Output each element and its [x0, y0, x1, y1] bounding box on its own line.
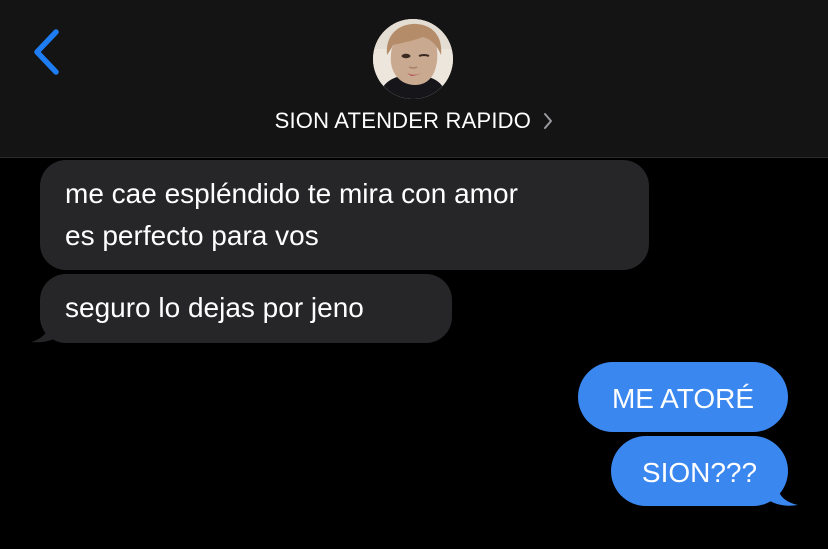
message-text: ME ATORÉ	[611, 383, 755, 414]
message-list[interactable]: me cae espléndido te mira con amor es pe…	[0, 158, 828, 549]
back-button[interactable]	[26, 26, 70, 78]
contact-name: SION ATENDER RAPIDO	[274, 108, 532, 133]
sent-message[interactable]: SION???	[611, 436, 788, 506]
message-text: seguro lo dejas por jeno	[65, 292, 364, 323]
avatar-photo	[373, 19, 453, 99]
sent-message[interactable]: ME ATORÉ	[578, 362, 788, 432]
contact-avatar[interactable]	[373, 19, 453, 99]
received-message[interactable]: me cae espléndido te mira con amor es pe…	[40, 160, 649, 270]
message-text: es perfecto para vos	[65, 220, 319, 251]
message-text: SION???	[641, 457, 758, 488]
chevron-right-icon	[544, 112, 553, 129]
conversation-header: SION ATENDER RAPIDO	[0, 0, 828, 158]
chevron-left-icon	[34, 29, 59, 75]
received-message[interactable]: seguro lo dejas por jeno	[40, 274, 452, 343]
contact-name-button[interactable]: SION ATENDER RAPIDO	[0, 108, 828, 134]
sent-bubble-tail	[764, 478, 798, 506]
received-bubble-tail	[31, 316, 63, 343]
message-text: me cae espléndido te mira con amor	[65, 178, 518, 209]
